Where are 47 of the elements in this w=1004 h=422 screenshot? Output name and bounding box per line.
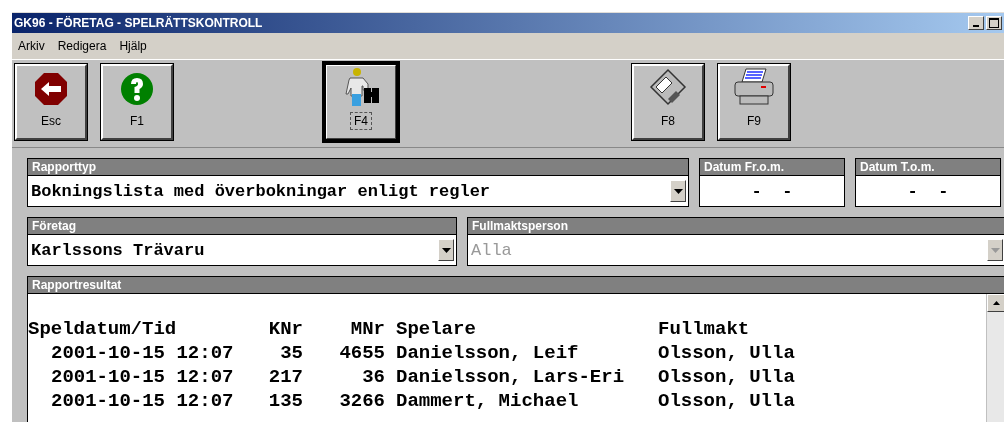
table-cell-text: 4655 [338,342,385,366]
table-cell-text: 36 [361,366,385,390]
toolbar-button[interactable]: Esc [15,64,87,140]
table-cell-text: 35 [279,342,303,366]
table-cell-text: 3266 [338,390,385,414]
table-cell-text: Danielsson, Lars-Eri [395,366,626,390]
toolbar-button[interactable]: F1 [101,64,173,140]
table-cell-text: 2001-10-15 12:07 [50,390,235,414]
printer-icon [734,68,774,106]
panel-header: Rapportresultat [28,277,1004,294]
toolbar-button[interactable]: F4 [325,64,397,140]
report-type-dropdown[interactable]: Bokningslista med överbokningar enligt regler [28,176,688,206]
table-cell-text: Olsson, Ulla [658,390,796,414]
maximize-button[interactable] [986,16,1002,30]
table-cell-text: 2001-10-15 12:07 [50,366,235,390]
table-cell-text: Olsson, Ulla [658,366,796,390]
column-header: Speldatum/Tid [28,318,178,342]
panel-header: Företag [28,218,456,235]
date-from-field[interactable]: - - [700,176,844,206]
company-dropdown[interactable]: Karlssons Trävaru [28,235,456,265]
table-cell-text: Dammert, Michael [395,390,580,414]
column-header: Fullmakt [658,318,751,342]
date-to-field[interactable]: - - [856,176,1000,206]
scroll-up-button[interactable] [987,294,1004,312]
vertical-scrollbar[interactable] [986,294,1004,422]
window-title: GK96 - FÖRETAG - SPELRÄTTSKONTROLL [14,16,263,30]
toolbar-button[interactable]: F8 [632,64,704,140]
table-cell-text: 135 [267,390,303,414]
panel-header: Rapporttyp [28,159,688,176]
minimize-button[interactable] [968,16,984,30]
table-cell-text: 2001-10-15 12:07 [50,342,235,366]
column-header: MNr [349,318,385,342]
panel-header: Fullmaktsperson [468,218,1004,235]
panel-header: Datum Fr.o.m. [700,159,844,176]
menu-item[interactable]: Redigera [57,39,107,53]
menu-item[interactable]: Arkiv [18,39,45,53]
table-cell-text: Olsson, Ulla [658,342,796,366]
up-arrow-icon [992,301,1000,305]
table-cell-text: 217 [267,366,303,390]
panel-header: Datum T.o.m. [856,159,1000,176]
column-header: Spelare [395,318,477,342]
stop-sign-icon [34,72,68,106]
column-header: KNr [267,318,303,342]
menu-item[interactable]: Hjälp [119,39,147,53]
help-icon [120,72,154,106]
table-cell-text: Danielsson, Leif [395,342,580,366]
toolbar-button[interactable]: F9 [718,64,790,140]
